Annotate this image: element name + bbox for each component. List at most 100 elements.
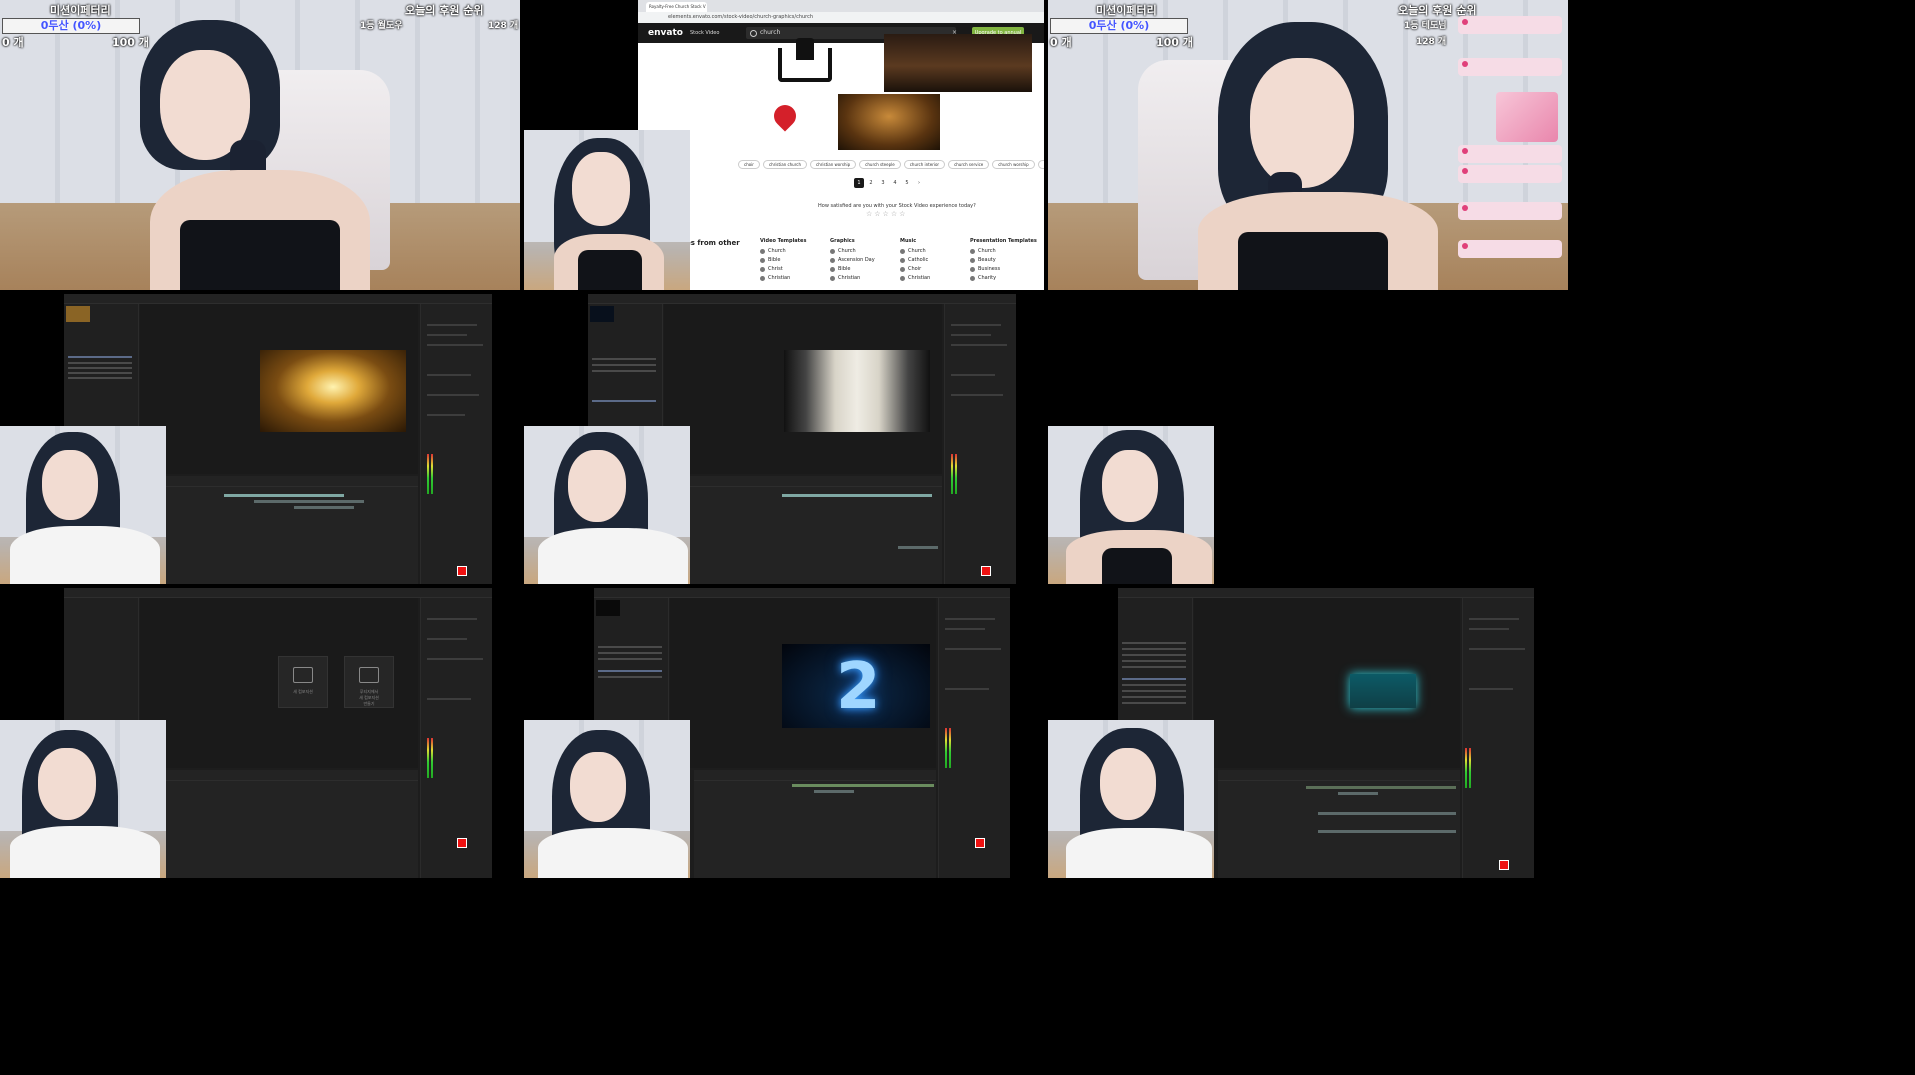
layer-bar[interactable] <box>898 546 938 549</box>
layer-bar[interactable] <box>224 494 344 497</box>
category-link[interactable]: Bible <box>759 257 806 263</box>
composition-viewer[interactable]: 새 컴포지션 푸티지에서 새 컴포지션 만들기 <box>140 598 418 768</box>
category-link[interactable]: Church <box>759 248 806 254</box>
category-link[interactable]: Church <box>830 248 875 254</box>
project-item[interactable] <box>68 356 132 358</box>
project-item[interactable] <box>1122 642 1186 644</box>
composition-viewer[interactable] <box>664 304 942 474</box>
project-item[interactable] <box>1122 654 1186 656</box>
menu-bar[interactable] <box>64 588 492 598</box>
project-item[interactable] <box>592 358 656 360</box>
tag-chip[interactable]: choir <box>738 160 760 169</box>
color-swatch[interactable] <box>457 566 467 576</box>
menu-bar[interactable] <box>1118 588 1534 598</box>
composition-viewer[interactable] <box>1194 598 1460 768</box>
composition-viewer[interactable] <box>140 304 418 474</box>
category-link[interactable]: Christian <box>830 275 875 281</box>
layer-bar[interactable] <box>782 494 932 497</box>
category-link[interactable]: Church <box>970 248 1037 254</box>
page-button[interactable]: 3 <box>878 178 888 188</box>
color-swatch[interactable] <box>981 566 991 576</box>
layer-bar[interactable] <box>1318 812 1456 815</box>
project-item[interactable] <box>68 372 132 374</box>
project-item[interactable] <box>1122 678 1186 680</box>
project-item[interactable] <box>1122 684 1186 686</box>
tag-chip[interactable]: church interior <box>903 160 946 169</box>
tag-chip[interactable]: church worship <box>992 160 1035 169</box>
color-swatch[interactable] <box>457 838 467 848</box>
tag-chip[interactable]: church service <box>948 160 990 169</box>
layer-bar[interactable] <box>792 784 934 787</box>
project-item[interactable] <box>598 646 662 648</box>
project-item[interactable] <box>1122 696 1186 698</box>
streamer <box>120 20 420 290</box>
tag-chip[interactable]: christian church <box>762 160 808 169</box>
new-comp-from-footage-button[interactable]: 푸티지에서 새 컴포지션 만들기 <box>344 656 394 708</box>
project-item[interactable] <box>68 362 132 364</box>
category-link[interactable]: Choir <box>899 266 930 272</box>
location-pin-icon[interactable] <box>769 100 801 132</box>
project-item[interactable] <box>598 658 662 660</box>
timeline-panel[interactable] <box>688 476 942 584</box>
menu-bar[interactable] <box>588 294 1016 304</box>
layer-bar[interactable] <box>1338 792 1378 795</box>
project-item[interactable] <box>598 652 662 654</box>
layer-bar[interactable] <box>1318 830 1456 833</box>
browser-tab[interactable]: Royalty-Free Church Stock V <box>646 2 707 12</box>
category-dropdown[interactable]: Stock Video <box>690 30 719 36</box>
project-item[interactable] <box>68 377 132 379</box>
star-rating[interactable]: ☆☆☆☆☆ <box>866 210 907 218</box>
menu-bar[interactable] <box>594 588 1010 598</box>
page-button[interactable]: 5 <box>902 178 912 188</box>
envato-logo[interactable]: envato <box>648 28 683 38</box>
project-item[interactable] <box>1122 648 1186 650</box>
category-link[interactable]: Christian <box>759 275 806 281</box>
layer-bar[interactable] <box>1306 786 1456 789</box>
page-button[interactable]: 2 <box>866 178 876 188</box>
category-link[interactable]: Church <box>899 248 930 254</box>
video-thumbnail-bell[interactable] <box>838 94 940 150</box>
address-bar[interactable]: elements.envato.com/stock-video/church-g… <box>638 12 1044 23</box>
project-item[interactable] <box>1122 690 1186 692</box>
category-link[interactable]: Business <box>970 266 1037 272</box>
category-link[interactable]: Ascension Day <box>830 257 875 263</box>
project-item[interactable] <box>592 400 656 402</box>
church-icon-thumbnail[interactable] <box>774 38 840 84</box>
timeline-panel[interactable] <box>164 770 418 878</box>
page-button[interactable]: 4 <box>890 178 900 188</box>
category-link[interactable]: Christian <box>899 275 930 281</box>
chat-panel <box>1450 0 1568 290</box>
timeline-panel[interactable] <box>694 770 936 878</box>
project-item[interactable] <box>1122 660 1186 662</box>
project-item[interactable] <box>1122 666 1186 668</box>
tag-chip[interactable]: christian worship <box>810 160 857 169</box>
project-item[interactable] <box>598 670 662 672</box>
project-item[interactable] <box>598 676 662 678</box>
category-link[interactable]: Bible <box>830 266 875 272</box>
tag-chip[interactable]: church steeple <box>859 160 901 169</box>
layer-bar[interactable] <box>814 790 854 793</box>
project-item[interactable] <box>68 367 132 369</box>
project-item[interactable] <box>592 370 656 372</box>
page-button[interactable]: 1 <box>854 178 864 188</box>
category-link[interactable]: Catholic <box>899 257 930 263</box>
project-item[interactable] <box>1122 702 1186 704</box>
category-link[interactable]: Beauty <box>970 257 1037 263</box>
timeline-panel[interactable] <box>164 476 418 584</box>
video-thumbnail-corridor[interactable] <box>884 34 1032 92</box>
tag-chip[interactable]: historic <box>1037 160 1044 169</box>
rank-count: 128 개 <box>1416 37 1447 47</box>
color-swatch[interactable] <box>975 838 985 848</box>
category-link[interactable]: Charity <box>970 275 1037 281</box>
composition-viewer[interactable]: 2 <box>670 598 936 768</box>
category-link[interactable]: Christ <box>759 266 806 272</box>
next-page-button[interactable]: › <box>914 178 924 188</box>
color-swatch[interactable] <box>1499 860 1509 870</box>
layer-bar[interactable] <box>294 506 354 509</box>
user-icon <box>1462 205 1468 211</box>
new-composition-button[interactable]: 새 컴포지션 <box>278 656 328 708</box>
project-item[interactable] <box>592 364 656 366</box>
timeline-panel[interactable] <box>1218 770 1460 878</box>
layer-bar[interactable] <box>254 500 364 503</box>
menu-bar[interactable] <box>64 294 492 304</box>
